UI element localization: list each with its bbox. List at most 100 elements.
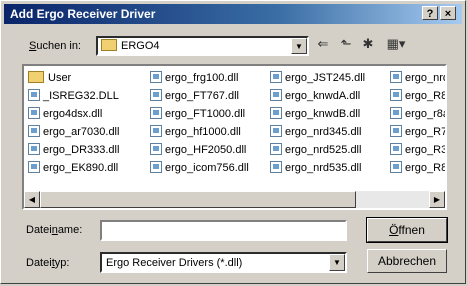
list-item[interactable]: ergo_FT767.dll xyxy=(150,87,249,105)
file-name: ergo_FT767.dll xyxy=(165,90,239,102)
file-name: ergo_R8. xyxy=(405,90,447,102)
list-item[interactable]: ergo_frg100.dll xyxy=(150,69,249,87)
scroll-left-icon[interactable]: ◀ xyxy=(24,191,40,208)
scroll-thumb[interactable] xyxy=(40,191,356,208)
dll-file-icon xyxy=(28,125,40,138)
list-item[interactable]: User xyxy=(28,69,119,87)
lookin-dropdown[interactable]: ERGO4 ▼ xyxy=(96,36,309,56)
dll-file-icon xyxy=(270,143,282,156)
horizontal-scrollbar[interactable]: ◀ ▶ xyxy=(24,191,445,208)
help-button[interactable]: ? xyxy=(422,6,438,20)
file-column-1: User _ISREG32.DLL ergo4dsx.dll ergo_ar70… xyxy=(28,69,119,177)
list-item[interactable]: ergo_R8. xyxy=(390,87,447,105)
list-item[interactable]: ergo_knwdB.dll xyxy=(270,105,365,123)
file-column-3: ergo_JST245.dll ergo_knwdA.dll ergo_knwd… xyxy=(270,69,365,177)
file-name: ergo_knwdB.dll xyxy=(285,108,361,120)
file-name: ergo_JST245.dll xyxy=(285,72,366,84)
filename-input[interactable] xyxy=(100,220,347,241)
list-item[interactable]: ergo_R30 xyxy=(390,141,447,159)
file-name: ergo_hf1000.dll xyxy=(165,126,241,138)
folder-icon xyxy=(101,39,117,52)
filename-label-a: Datei xyxy=(26,224,52,236)
dll-file-icon xyxy=(150,125,162,138)
list-item[interactable]: ergo_FT1000.dll xyxy=(150,105,249,123)
scroll-right-icon[interactable]: ▶ xyxy=(429,191,445,208)
file-name: ergo_R30 xyxy=(405,144,447,156)
up-folder-icon[interactable]: ⬑ xyxy=(337,36,355,52)
file-name: User xyxy=(48,72,72,84)
list-item[interactable]: ergo_JST245.dll xyxy=(270,69,365,87)
dll-file-icon xyxy=(28,107,40,120)
list-item[interactable]: ergo_r8a xyxy=(390,105,445,123)
file-name: ergo_nrd xyxy=(405,72,447,84)
file-name: ergo_icom756.dll xyxy=(165,162,249,174)
list-item[interactable]: ergo_HF2050.dll xyxy=(150,141,249,159)
list-item[interactable]: ergo4dsx.dll xyxy=(28,105,119,123)
list-item[interactable]: _ISREG32.DLL xyxy=(28,87,119,105)
dll-file-icon xyxy=(270,161,282,174)
dll-file-icon xyxy=(270,71,282,84)
list-item[interactable]: ergo_nrd525.dll xyxy=(270,141,365,159)
filetype-label-b: yp: xyxy=(54,257,70,269)
close-button[interactable]: × xyxy=(440,6,456,20)
file-name: ergo4dsx.dll xyxy=(43,108,103,120)
file-name: ergo_knwdA.dll xyxy=(285,90,361,102)
file-column-2: ergo_frg100.dll ergo_FT767.dll ergo_FT10… xyxy=(150,69,249,177)
dll-file-icon xyxy=(270,89,282,102)
file-name: ergo_frg100.dll xyxy=(165,72,239,84)
file-list[interactable]: User _ISREG32.DLL ergo4dsx.dll ergo_ar70… xyxy=(22,64,447,210)
list-item[interactable]: ergo_nrd535.dll xyxy=(270,159,365,177)
lookin-value: ERGO4 xyxy=(101,39,160,52)
dll-file-icon xyxy=(390,89,402,102)
view-menu-icon[interactable]: ▦▾ xyxy=(384,36,408,52)
dll-file-icon xyxy=(270,107,282,120)
dll-file-icon xyxy=(150,143,162,156)
filetype-label: Dateityp: xyxy=(26,257,69,269)
dll-file-icon xyxy=(28,161,40,174)
dll-file-icon xyxy=(150,161,162,174)
open-button[interactable]: Öffnen xyxy=(366,217,448,243)
back-arrow-icon[interactable]: ⇐ xyxy=(314,36,332,52)
close-icon: × xyxy=(444,8,452,20)
folder-icon xyxy=(28,71,44,84)
list-item[interactable]: ergo_hf1000.dll xyxy=(150,123,249,141)
lookin-label-rest: uchen in: xyxy=(36,40,81,52)
list-item[interactable]: ergo_icom756.dll xyxy=(150,159,249,177)
filetype-label-a: Datei xyxy=(26,257,52,269)
dll-file-icon xyxy=(390,107,402,120)
list-item[interactable]: ergo_knwdA.dll xyxy=(270,87,365,105)
dialog-title: Add Ergo Receiver Driver xyxy=(10,7,156,21)
dll-file-icon xyxy=(390,143,402,156)
file-name: ergo_R85 xyxy=(405,162,447,174)
list-item[interactable]: ergo_DR333.dll xyxy=(28,141,119,159)
list-item[interactable]: ergo_R85 xyxy=(390,159,447,177)
chevron-down-icon[interactable]: ▼ xyxy=(329,254,345,271)
lookin-label: Suchen in: xyxy=(29,40,81,52)
lookin-value-text: ERGO4 xyxy=(121,40,160,52)
dll-file-icon xyxy=(28,89,40,102)
filetype-dropdown[interactable]: Ergo Receiver Drivers (*.dll) ▼ xyxy=(100,252,347,273)
dll-file-icon xyxy=(150,71,162,84)
list-item[interactable]: ergo_R75 xyxy=(390,123,445,141)
filetype-value: Ergo Receiver Drivers (*.dll) xyxy=(106,257,243,269)
list-item[interactable]: ergo_EK890.dll xyxy=(28,159,119,177)
filename-label-b: ame: xyxy=(57,224,83,236)
list-item[interactable]: ergo_ar7030.dll xyxy=(28,123,119,141)
file-column-4: ergo_nrd ergo_R8. ergo_r8a ergo_R75 ergo… xyxy=(390,69,447,177)
dll-file-icon xyxy=(150,107,162,120)
file-name: ergo_nrd525.dll xyxy=(285,144,362,156)
new-folder-icon[interactable]: ✱ xyxy=(359,36,377,52)
file-name: ergo_nrd345.dll xyxy=(285,126,362,138)
filename-label: Dateiname: xyxy=(26,224,82,236)
dll-file-icon xyxy=(28,143,40,156)
chevron-down-icon[interactable]: ▼ xyxy=(291,38,307,54)
file-name: ergo_ar7030.dll xyxy=(43,126,120,138)
file-name: _ISREG32.DLL xyxy=(43,90,119,102)
cancel-label: Abbrechen xyxy=(377,254,437,268)
dll-file-icon xyxy=(150,89,162,102)
file-name: ergo_FT1000.dll xyxy=(165,108,246,120)
list-item[interactable]: ergo_nrd345.dll xyxy=(270,123,365,141)
list-item[interactable]: ergo_nrd xyxy=(390,69,447,87)
cancel-button[interactable]: Abbrechen xyxy=(367,249,447,273)
open-label: ffnen xyxy=(398,223,425,237)
